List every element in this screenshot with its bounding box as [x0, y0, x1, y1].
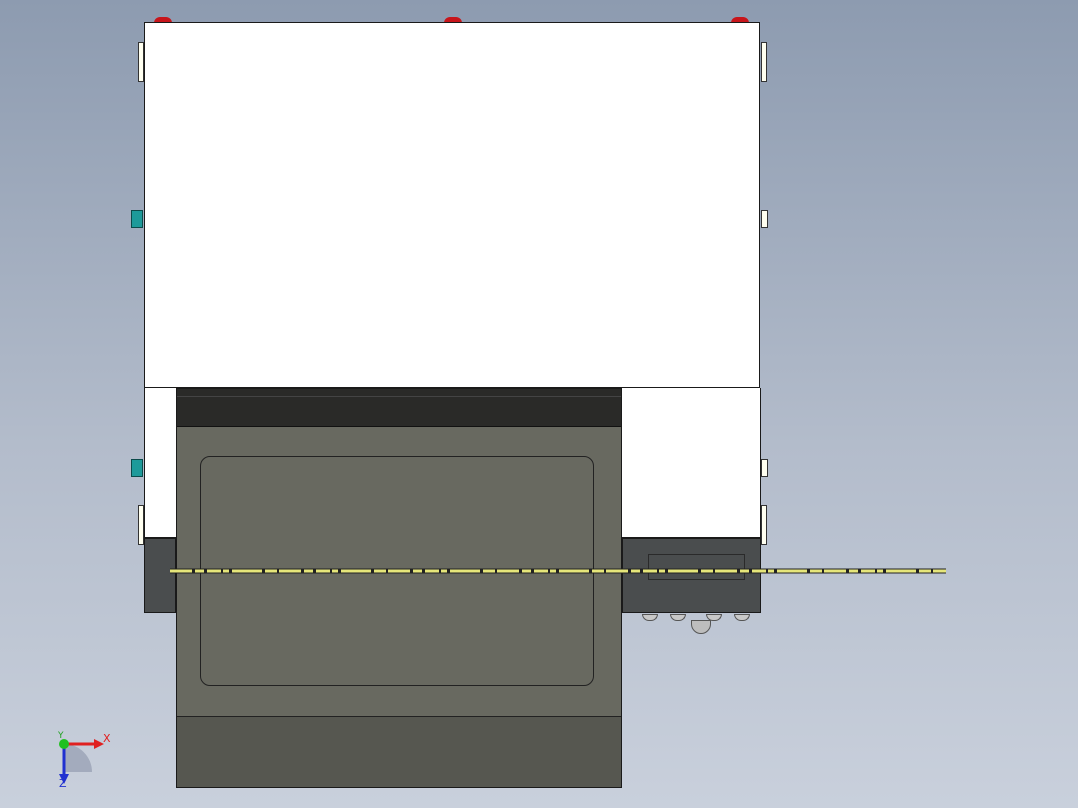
- hinge-tab-bottom-left: [138, 505, 144, 545]
- bolt-4: [734, 614, 750, 621]
- side-panel-left[interactable]: [144, 388, 176, 538]
- latch-tab-right-upper: [761, 210, 768, 228]
- drawer-top-band: [177, 389, 621, 427]
- graphics-area[interactable]: [0, 0, 1078, 808]
- hinge-tab-bottom-right: [761, 505, 767, 545]
- side-panel-right[interactable]: [622, 388, 761, 538]
- bolt-1: [642, 614, 658, 621]
- leveling-foot: [691, 620, 711, 634]
- connector-upper: [131, 210, 143, 228]
- triad-y-label: Y: [58, 731, 64, 741]
- top-panel[interactable]: [144, 22, 760, 388]
- hinge-tab-top-left: [138, 42, 144, 82]
- triad-z-label: Z: [59, 777, 67, 790]
- drawer-top-line: [177, 396, 621, 397]
- triad-x-label: X: [103, 732, 111, 745]
- bolt-2: [670, 614, 686, 621]
- connector-lower: [131, 459, 143, 477]
- latch-tab-right-lower: [761, 459, 768, 477]
- dashed-rail: [170, 568, 946, 574]
- drawer-bottom-band: [177, 716, 621, 787]
- hinge-tab-top-right: [761, 42, 767, 82]
